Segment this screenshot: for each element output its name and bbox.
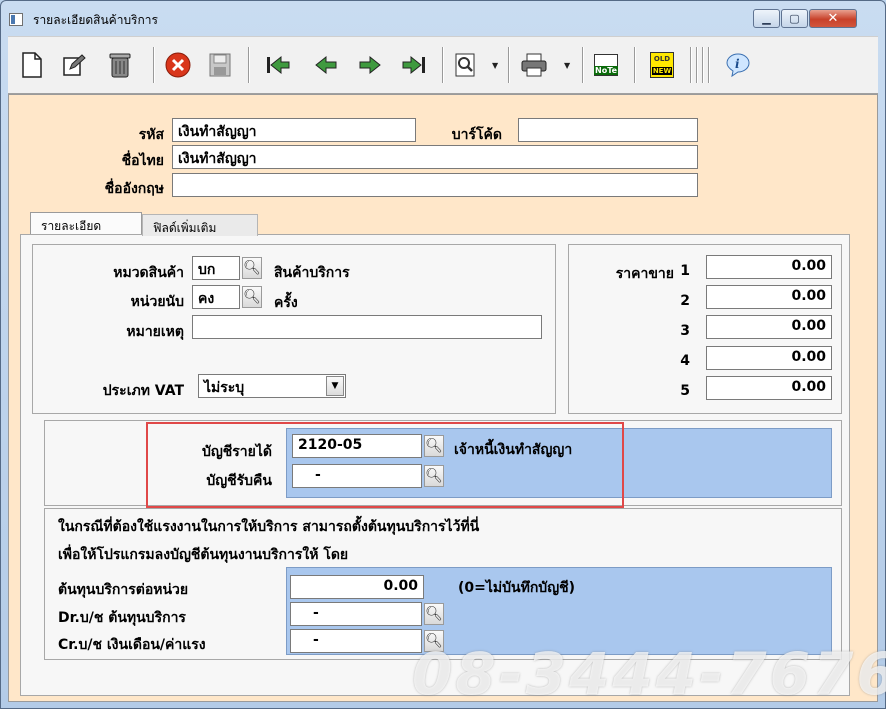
category-name: สินค้าบริการ bbox=[274, 265, 350, 281]
category-lookup-icon[interactable]: 🔍︎ bbox=[242, 257, 262, 279]
unit-cost-note: (0=ไม่บันทึกบัญชี) bbox=[458, 580, 576, 596]
save-icon[interactable] bbox=[206, 51, 234, 79]
unit-lookup-icon[interactable]: 🔍︎ bbox=[242, 286, 262, 308]
edit-icon[interactable] bbox=[60, 51, 88, 79]
toolbar: ▼ ▼ NoTe OLD NEW i bbox=[8, 36, 878, 94]
close-button[interactable]: ✕ bbox=[809, 9, 857, 28]
tab-details[interactable]: รายละเอียด bbox=[30, 212, 142, 234]
toolbar-separator bbox=[248, 47, 250, 83]
thai-name-label: ชื่อไทย bbox=[121, 153, 164, 169]
price-field-3[interactable]: 0.00 bbox=[706, 315, 832, 339]
price-field-1[interactable]: 0.00 bbox=[706, 255, 832, 279]
new-document-icon[interactable] bbox=[18, 51, 46, 79]
note-field[interactable] bbox=[192, 315, 542, 339]
cost-intro-line1: ในกรณีที่ต้องใช้แรงงานในการให้บริการ สาม… bbox=[58, 519, 480, 535]
toolbar-separator bbox=[153, 47, 155, 83]
note-icon[interactable]: NoTe bbox=[592, 51, 620, 79]
note-label: หมายเหตุ bbox=[126, 324, 184, 340]
thai-name-field[interactable]: เงินทำสัญญา bbox=[172, 145, 698, 169]
info-icon[interactable]: i bbox=[724, 51, 752, 79]
toolbar-separator bbox=[708, 47, 710, 83]
window-title: รายละเอียดสินค้าบริการ bbox=[33, 13, 158, 27]
search-icon[interactable] bbox=[452, 51, 480, 79]
app-icon bbox=[9, 13, 23, 26]
cancel-icon[interactable] bbox=[164, 51, 192, 79]
english-name-field[interactable] bbox=[172, 173, 698, 197]
price-field-4[interactable]: 0.00 bbox=[706, 346, 832, 370]
price-index-4: 4 bbox=[680, 353, 690, 369]
dr-account-label: Dr.บ/ช ต้นทุนบริการ bbox=[58, 610, 186, 626]
new-label: NEW bbox=[651, 67, 673, 75]
unit-code-field[interactable]: คง bbox=[192, 285, 240, 309]
vat-select[interactable]: ไม่ระบุ bbox=[198, 374, 346, 398]
toolbar-separator bbox=[702, 47, 704, 83]
toolbar-separator bbox=[696, 47, 698, 83]
unit-label: หน่วยนับ bbox=[130, 294, 184, 310]
next-record-icon[interactable] bbox=[356, 51, 384, 79]
toolbar-separator bbox=[582, 47, 584, 83]
old-label: OLD bbox=[653, 55, 671, 63]
barcode-field[interactable] bbox=[518, 118, 698, 142]
unit-cost-field[interactable]: 0.00 bbox=[290, 575, 424, 599]
previous-record-icon[interactable] bbox=[312, 51, 340, 79]
price-field-2[interactable]: 0.00 bbox=[706, 285, 832, 309]
cr-account-field[interactable]: - bbox=[290, 629, 422, 653]
toolbar-separator bbox=[442, 47, 444, 83]
minimize-button[interactable]: ▁ bbox=[753, 9, 780, 28]
print-icon[interactable] bbox=[520, 51, 548, 79]
price-index-5: 5 bbox=[680, 383, 690, 399]
highlight-box bbox=[146, 422, 624, 508]
category-code-field[interactable]: บก bbox=[192, 256, 240, 280]
vat-dropdown-arrow[interactable]: ▼ bbox=[326, 376, 344, 396]
price-label: ราคาขาย bbox=[615, 266, 674, 282]
old-new-icon[interactable]: OLD NEW bbox=[648, 51, 676, 79]
trash-icon[interactable] bbox=[106, 51, 134, 79]
category-label: หมวดสินค้า bbox=[113, 265, 184, 281]
maximize-button[interactable]: ▢ bbox=[781, 9, 808, 28]
barcode-label: บาร์โค้ด bbox=[451, 127, 502, 143]
tab-extra-fields[interactable]: ฟิลด์เพิ่มเติม bbox=[142, 214, 258, 236]
dr-account-lookup-icon[interactable]: 🔍︎ bbox=[424, 603, 444, 625]
cost-intro-line2: เพื่อให้โปรแกรมลงบัญชีต้นทุนงานบริการให้… bbox=[58, 547, 349, 563]
toolbar-separator bbox=[508, 47, 510, 83]
price-index-3: 3 bbox=[680, 323, 690, 339]
last-record-icon[interactable] bbox=[400, 51, 428, 79]
search-dropdown-arrow[interactable]: ▼ bbox=[492, 61, 498, 70]
toolbar-separator bbox=[690, 47, 692, 83]
unit-name: ครั้ง bbox=[274, 295, 298, 311]
price-index-2: 2 bbox=[680, 293, 690, 309]
print-dropdown-arrow[interactable]: ▼ bbox=[564, 61, 570, 70]
english-name-label: ชื่ออังกฤษ bbox=[104, 181, 164, 197]
code-field[interactable]: เงินทำสัญญา bbox=[172, 118, 416, 142]
note-icon-label: NoTe bbox=[594, 66, 619, 75]
price-field-5[interactable]: 0.00 bbox=[706, 376, 832, 400]
dr-account-field[interactable]: - bbox=[290, 602, 422, 626]
phone-watermark: 08-3444-7676 bbox=[412, 640, 886, 708]
toolbar-separator bbox=[634, 47, 636, 83]
price-index-1: 1 bbox=[680, 263, 690, 279]
vat-label: ประเภท VAT bbox=[102, 383, 184, 399]
first-record-icon[interactable] bbox=[264, 51, 292, 79]
svg-text:i: i bbox=[735, 57, 740, 71]
code-label: รหัส bbox=[138, 127, 164, 143]
cr-account-label: Cr.บ/ช เงินเดือน/ค่าแรง bbox=[58, 637, 206, 653]
unit-cost-label: ต้นทุนบริการต่อหน่วย bbox=[58, 582, 189, 598]
